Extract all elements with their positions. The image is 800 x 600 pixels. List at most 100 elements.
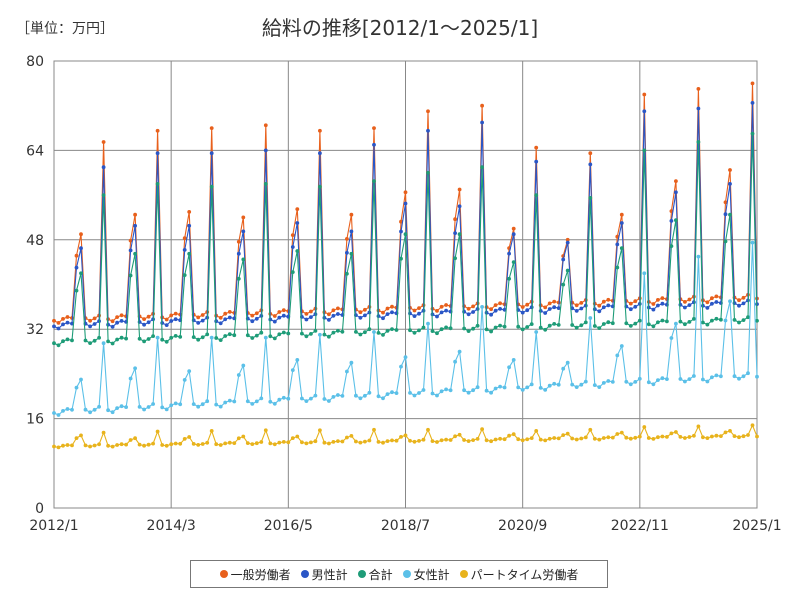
- data-point: [137, 442, 142, 447]
- data-point: [426, 170, 430, 175]
- data-point: [547, 307, 552, 311]
- data-point: [394, 438, 399, 443]
- data-point: [592, 436, 597, 441]
- data-point: [363, 307, 367, 312]
- data-point: [250, 442, 255, 446]
- data-point: [110, 444, 115, 449]
- data-point: [462, 438, 466, 442]
- data-point: [579, 436, 584, 441]
- data-point: [520, 327, 525, 332]
- data-point: [705, 300, 710, 305]
- data-point: [561, 433, 566, 437]
- data-point: [345, 237, 349, 241]
- data-point: [381, 310, 385, 315]
- data-point: [552, 305, 557, 310]
- legend-marker-icon: [219, 570, 228, 578]
- data-point: [336, 306, 340, 311]
- data-point: [723, 212, 728, 217]
- data-point: [182, 437, 187, 441]
- data-point: [119, 319, 124, 323]
- data-point: [286, 440, 291, 445]
- data-point: [728, 429, 732, 433]
- data-point: [164, 323, 169, 327]
- data-point: [300, 396, 304, 401]
- data-point: [173, 317, 178, 322]
- data-point: [169, 335, 174, 340]
- x-tick-label: 2012/1: [29, 518, 78, 534]
- data-point: [628, 307, 633, 312]
- data-point: [263, 148, 268, 153]
- data-point: [367, 390, 372, 395]
- data-point: [390, 390, 394, 395]
- data-point: [295, 221, 300, 225]
- data-point: [426, 128, 430, 133]
- data-point: [435, 393, 439, 398]
- data-point: [146, 337, 151, 341]
- data-point: [498, 307, 502, 311]
- data-point: [218, 443, 223, 447]
- data-point: [142, 322, 147, 327]
- data-point: [741, 318, 746, 322]
- data-point: [665, 435, 669, 439]
- data-point: [327, 312, 331, 317]
- data-point: [61, 443, 65, 448]
- data-point: [746, 315, 750, 320]
- data-point: [642, 92, 647, 97]
- data-point: [601, 436, 606, 440]
- data-point: [133, 212, 138, 217]
- data-point: [439, 310, 444, 315]
- data-point: [543, 311, 548, 315]
- data-point: [750, 240, 755, 245]
- data-point: [489, 329, 493, 334]
- data-point: [737, 376, 741, 381]
- data-point: [318, 332, 322, 337]
- data-point: [70, 338, 74, 343]
- data-point: [358, 332, 363, 337]
- data-point: [191, 335, 196, 339]
- data-point: [529, 382, 534, 387]
- data-point: [556, 436, 561, 441]
- data-point: [601, 381, 606, 385]
- data-point: [52, 341, 56, 346]
- data-point: [574, 309, 579, 313]
- data-point: [417, 328, 421, 333]
- data-point: [719, 434, 723, 438]
- data-point: [755, 374, 759, 379]
- data-point: [178, 402, 183, 407]
- data-point: [327, 441, 331, 446]
- data-point: [619, 430, 624, 435]
- data-point: [520, 438, 525, 443]
- data-point: [354, 330, 358, 334]
- data-point: [110, 319, 115, 324]
- data-point: [552, 322, 557, 326]
- data-point: [606, 303, 611, 308]
- y-tick-label: 80: [26, 54, 44, 70]
- data-point: [151, 402, 156, 406]
- data-point: [561, 257, 566, 262]
- data-point: [187, 210, 192, 214]
- data-point: [746, 433, 750, 437]
- data-point: [583, 379, 588, 384]
- data-point: [263, 335, 268, 340]
- data-point: [480, 427, 484, 432]
- data-point: [642, 148, 647, 153]
- data-point: [669, 431, 674, 436]
- data-point: [421, 325, 426, 330]
- data-point: [300, 440, 304, 445]
- data-point: [710, 434, 714, 439]
- data-point: [52, 411, 56, 415]
- data-point: [241, 434, 246, 439]
- data-point: [142, 407, 147, 412]
- data-point: [511, 358, 516, 362]
- data-point: [272, 319, 277, 324]
- data-point: [322, 440, 327, 445]
- data-point: [277, 315, 282, 320]
- data-point: [534, 429, 539, 433]
- data-point: [646, 322, 651, 327]
- data-point: [214, 442, 219, 447]
- data-point: [750, 81, 755, 86]
- data-point: [656, 298, 660, 302]
- data-point: [547, 323, 552, 328]
- data-point: [372, 427, 376, 432]
- data-point: [683, 305, 687, 310]
